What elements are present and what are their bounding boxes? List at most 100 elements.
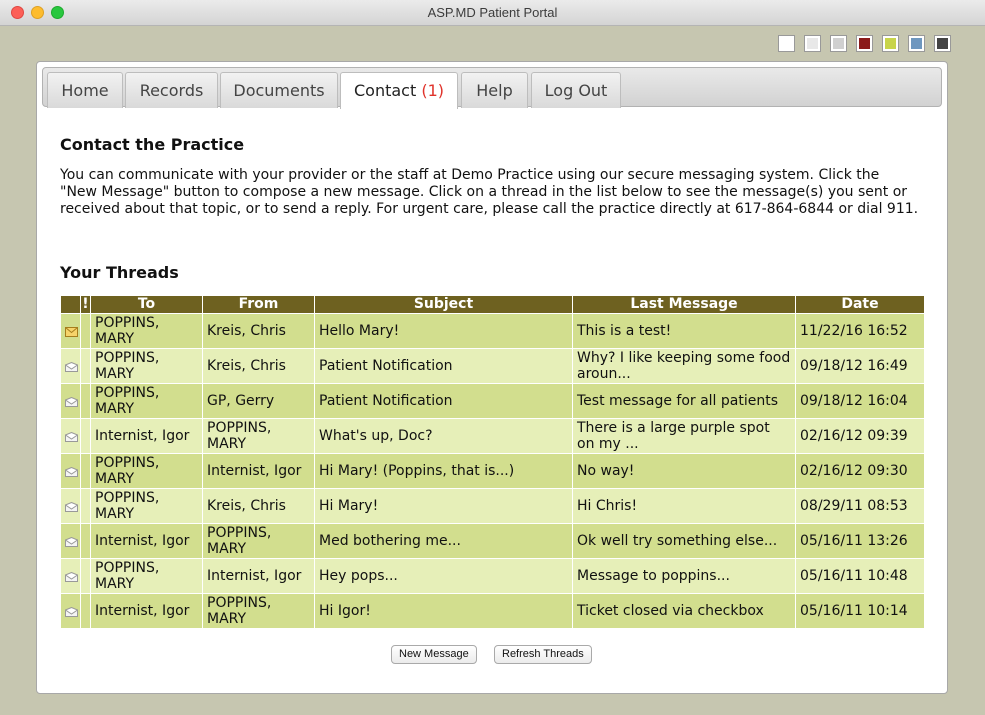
envelope-read-icon — [64, 431, 78, 442]
thread-to: Internist, Igor — [90, 523, 203, 559]
tab-documents-label: Documents — [233, 81, 325, 100]
thread-from: Kreis, Chris — [202, 313, 315, 349]
envelope-read-icon — [64, 571, 78, 582]
thread-priority — [80, 418, 91, 454]
theme-swatch-silver[interactable] — [831, 36, 846, 51]
tab-help-label: Help — [476, 81, 513, 100]
thread-subject: Hi Igor! — [314, 593, 573, 629]
theme-swatches — [779, 36, 950, 51]
theme-swatch-steel-blue[interactable] — [909, 36, 924, 51]
envelope-read-icon — [64, 606, 78, 617]
threads-body: POPPINS, MARY Kreis, Chris Hello Mary! This… — [60, 313, 925, 629]
thread-from: POPPINS, MARY — [202, 523, 315, 559]
threads-heading: Your Threads — [60, 263, 179, 282]
thread-to: POPPINS, MARY — [90, 488, 203, 524]
column-header-from[interactable]: From — [202, 295, 315, 314]
tab-help[interactable]: Help — [461, 72, 528, 108]
theme-swatch-charcoal[interactable] — [935, 36, 950, 51]
thread-from: POPPINS, MARY — [202, 418, 315, 454]
thread-to: Internist, Igor — [90, 593, 203, 629]
thread-priority — [80, 453, 91, 489]
thread-to: POPPINS, MARY — [90, 348, 203, 384]
window-titlebar: ASP.MD Patient Portal — [0, 0, 985, 26]
theme-swatch-light-gray[interactable] — [805, 36, 820, 51]
tab-records[interactable]: Records — [125, 72, 218, 108]
thread-date: 05/16/11 13:26 — [795, 523, 925, 559]
thread-last-message: This is a test! — [572, 313, 796, 349]
intro-text: You can communicate with your provider o… — [60, 167, 919, 217]
thread-last-message: There is a large purple spot on my ... — [572, 418, 796, 454]
threads-header-row: ! To From Subject Last Message Date — [60, 295, 925, 314]
envelope-read-icon — [64, 501, 78, 512]
window-title: ASP.MD Patient Portal — [427, 5, 558, 20]
thread-to: POPPINS, MARY — [90, 558, 203, 594]
thread-to: POPPINS, MARY — [90, 313, 203, 349]
thread-subject: Patient Notification — [314, 348, 573, 384]
thread-row[interactable]: Internist, Igor POPPINS, MARY What's up, D… — [60, 418, 925, 454]
thread-last-message: Ok well try something else... — [572, 523, 796, 559]
column-header-priority[interactable]: ! — [80, 295, 91, 314]
thread-priority — [80, 313, 91, 349]
thread-row[interactable]: Internist, Igor POPPINS, MARY Hi Igor! Tick… — [60, 593, 925, 629]
thread-last-message: Message to poppins... — [572, 558, 796, 594]
envelope-read-icon — [64, 466, 78, 477]
main-panel: Home Records Documents Contact (1) Help … — [36, 61, 948, 694]
thread-row[interactable]: POPPINS, MARY GP, Gerry Patient Notificati… — [60, 383, 925, 419]
thread-row[interactable]: POPPINS, MARY Kreis, Chris Hello Mary! This… — [60, 313, 925, 349]
thread-from: Internist, Igor — [202, 453, 315, 489]
thread-priority — [80, 348, 91, 384]
thread-last-message: Hi Chris! — [572, 488, 796, 524]
thread-to: Internist, Igor — [90, 418, 203, 454]
thread-date: 05/16/11 10:14 — [795, 593, 925, 629]
thread-subject: What's up, Doc? — [314, 418, 573, 454]
thread-date: 02/16/12 09:30 — [795, 453, 925, 489]
thread-date: 09/18/12 16:49 — [795, 348, 925, 384]
thread-date: 02/16/12 09:39 — [795, 418, 925, 454]
tab-records-label: Records — [139, 81, 204, 100]
theme-swatch-dark-red[interactable] — [857, 36, 872, 51]
new-message-button[interactable]: New Message — [391, 645, 477, 664]
envelope-read-icon — [64, 361, 78, 372]
theme-swatch-white[interactable] — [779, 36, 794, 51]
tab-home[interactable]: Home — [47, 72, 123, 108]
unread-count-badge: (1) — [421, 81, 444, 100]
thread-subject: Hello Mary! — [314, 313, 573, 349]
tab-contact-label: Contact — [353, 81, 417, 100]
column-header-to[interactable]: To — [90, 295, 203, 314]
thread-subject: Hey pops... — [314, 558, 573, 594]
thread-priority — [80, 383, 91, 419]
thread-from: Internist, Igor — [202, 558, 315, 594]
tab-logout-label: Log Out — [544, 81, 608, 100]
thread-date: 11/22/16 16:52 — [795, 313, 925, 349]
tab-contact[interactable]: Contact (1) — [340, 72, 458, 109]
envelope-unread-icon — [64, 326, 78, 337]
tab-logout[interactable]: Log Out — [531, 72, 621, 108]
thread-row[interactable]: POPPINS, MARY Kreis, Chris Hi Mary! Hi Chri… — [60, 488, 925, 524]
thread-priority — [80, 523, 91, 559]
thread-row[interactable]: POPPINS, MARY Kreis, Chris Patient Notific… — [60, 348, 925, 384]
thread-from: POPPINS, MARY — [202, 593, 315, 629]
refresh-threads-button[interactable]: Refresh Threads — [494, 645, 592, 664]
thread-last-message: Test message for all patients — [572, 383, 796, 419]
threads-table: ! To From Subject Last Message Date POPP… — [60, 295, 925, 629]
column-header-last-message[interactable]: Last Message — [572, 295, 796, 314]
thread-priority — [80, 558, 91, 594]
thread-subject: Patient Notification — [314, 383, 573, 419]
thread-row[interactable]: POPPINS, MARY Internist, Igor Hi Mary! (Po… — [60, 453, 925, 489]
tab-home-label: Home — [61, 81, 109, 100]
thread-row[interactable]: POPPINS, MARY Internist, Igor Hey pops... M… — [60, 558, 925, 594]
column-header-subject[interactable]: Subject — [314, 295, 573, 314]
thread-date: 05/16/11 10:48 — [795, 558, 925, 594]
tab-documents[interactable]: Documents — [220, 72, 338, 108]
thread-date: 09/18/12 16:04 — [795, 383, 925, 419]
thread-last-message: Ticket closed via checkbox — [572, 593, 796, 629]
tab-bar: Home Records Documents Contact (1) Help … — [42, 67, 942, 109]
thread-row[interactable]: Internist, Igor POPPINS, MARY Med botherin… — [60, 523, 925, 559]
thread-from: GP, Gerry — [202, 383, 315, 419]
column-header-date[interactable]: Date — [795, 295, 925, 314]
thread-to: POPPINS, MARY — [90, 383, 203, 419]
theme-swatch-olive-green[interactable] — [883, 36, 898, 51]
thread-last-message: Why? I like keeping some food aroun... — [572, 348, 796, 384]
thread-subject: Med bothering me... — [314, 523, 573, 559]
page-title: Contact the Practice — [60, 135, 245, 154]
